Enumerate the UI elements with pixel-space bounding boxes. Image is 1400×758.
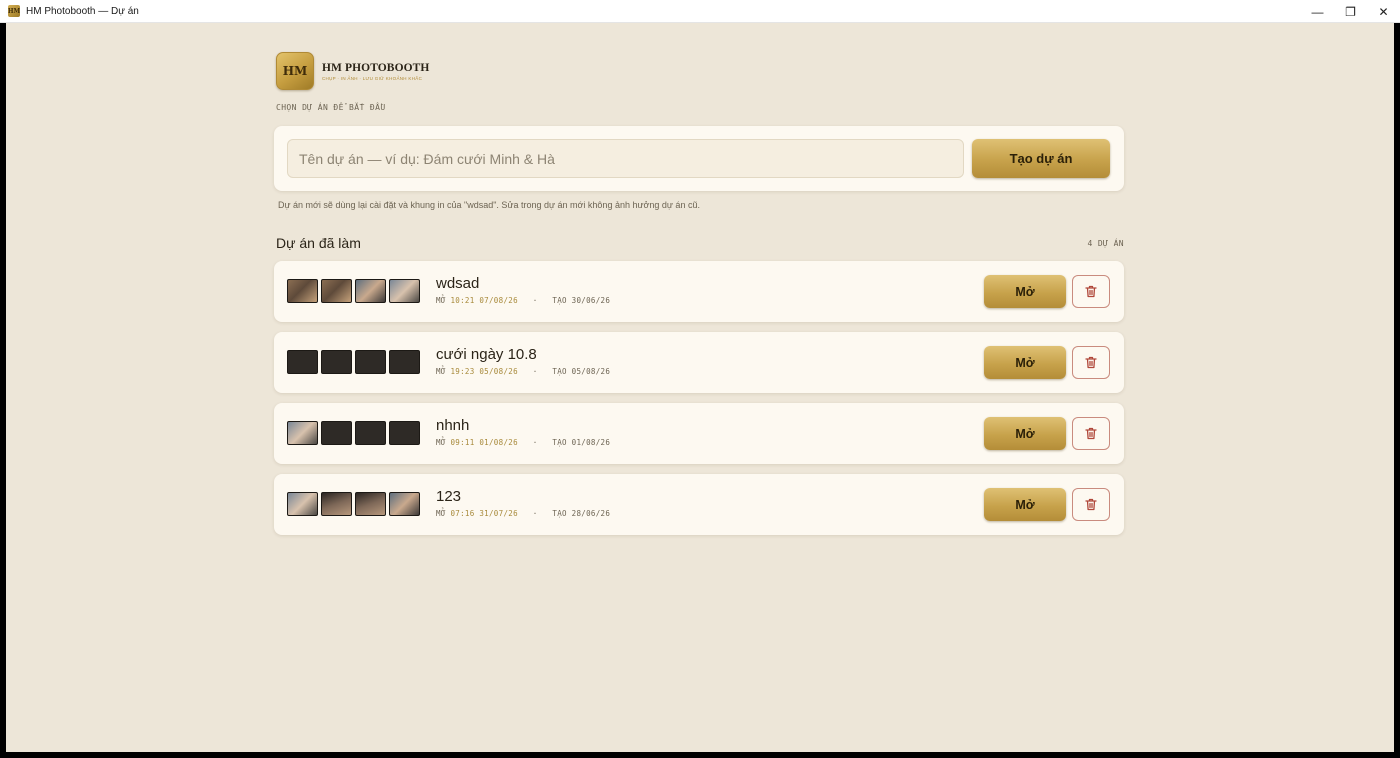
trash-icon	[1085, 285, 1097, 298]
window-title: HM Photobooth — Dự án	[26, 5, 139, 17]
project-thumbnail	[355, 492, 386, 516]
open-project-button[interactable]: Mở	[984, 488, 1066, 521]
project-thumbnail	[389, 492, 420, 516]
brand-logo: HM	[276, 52, 314, 90]
opened-time: 09:11 01/08/26	[450, 438, 518, 447]
projects-count: 4 DỰ ÁN	[1087, 239, 1124, 248]
opened-label: MỞ	[436, 438, 446, 447]
project-name: 123	[436, 488, 462, 505]
project-thumbnail	[389, 279, 420, 303]
close-button[interactable]: ✕	[1367, 0, 1400, 23]
opened-label: MỞ	[436, 367, 446, 376]
project-thumbnail	[321, 279, 352, 303]
trash-icon	[1085, 427, 1097, 440]
project-thumbnail	[355, 279, 386, 303]
project-name-input[interactable]	[287, 139, 964, 178]
project-thumbnail	[355, 350, 386, 374]
created-label: TẠO	[552, 367, 567, 376]
choose-project-label: CHỌN DỰ ÁN ĐỂ BẮT ĐẦU	[276, 103, 386, 112]
project-thumbnail	[321, 350, 352, 374]
project-thumbnails	[287, 279, 423, 303]
brand-header: HM HM PHOTOBOOTH CHỤP · IN ẢNH · LƯU GIỮ…	[276, 52, 429, 90]
trash-icon	[1085, 356, 1097, 369]
brand-name: HM PHOTOBOOTH	[322, 61, 430, 74]
restore-button[interactable]: ❐	[1334, 0, 1367, 23]
brand-tagline: CHỤP · IN ẢNH · LƯU GIỮ KHOẢNH KHẮC	[322, 75, 423, 81]
project-card: 123 MỞ 07:16 31/07/26 · TẠO 28/06/26 Mở	[274, 474, 1124, 535]
meta-separator: ·	[532, 296, 538, 305]
open-project-button[interactable]: Mở	[984, 417, 1066, 450]
project-thumbnail	[355, 421, 386, 445]
project-info: wdsad MỞ 10:21 07/08/26 · TẠO 30/06/26	[436, 275, 610, 305]
window-controls: — ❐ ✕	[1301, 0, 1400, 23]
project-list: wdsad MỞ 10:21 07/08/26 · TẠO 30/06/26 M…	[274, 261, 1124, 545]
delete-project-button[interactable]	[1072, 488, 1110, 521]
brand-texts: HM PHOTOBOOTH CHỤP · IN ẢNH · LƯU GIỮ KH…	[322, 62, 429, 81]
created-date: 28/06/26	[571, 509, 611, 518]
logo-text: HM	[282, 64, 308, 78]
project-meta: MỞ 10:21 07/08/26 · TẠO 30/06/26	[436, 296, 610, 305]
opened-time: 19:23 05/08/26	[450, 367, 518, 376]
created-date: 01/08/26	[571, 438, 611, 447]
project-name: nhnh	[436, 417, 470, 434]
delete-project-button[interactable]	[1072, 417, 1110, 450]
project-thumbnail	[389, 350, 420, 374]
projects-section-title: Dự án đã làm	[276, 235, 361, 251]
delete-project-button[interactable]	[1072, 346, 1110, 379]
project-name: wdsad	[436, 275, 480, 292]
created-date: 30/06/26	[571, 296, 611, 305]
open-project-button[interactable]: Mở	[984, 346, 1066, 379]
project-info: 123 MỞ 07:16 31/07/26 · TẠO 28/06/26	[436, 488, 610, 518]
opened-label: MỞ	[436, 296, 446, 305]
project-thumbnails	[287, 421, 423, 445]
open-project-button[interactable]: Mở	[984, 275, 1066, 308]
create-project-card: Tạo dự án	[274, 126, 1124, 191]
project-card: cưới ngày 10.8 MỞ 19:23 05/08/26 · TẠO 0…	[274, 332, 1124, 393]
project-meta: MỞ 09:11 01/08/26 · TẠO 01/08/26	[436, 438, 610, 447]
created-label: TẠO	[552, 509, 567, 518]
project-info: cưới ngày 10.8 MỞ 19:23 05/08/26 · TẠO 0…	[436, 346, 610, 376]
delete-project-button[interactable]	[1072, 275, 1110, 308]
project-thumbnail	[321, 421, 352, 445]
project-thumbnail	[287, 492, 318, 516]
project-meta: MỞ 07:16 31/07/26 · TẠO 28/06/26	[436, 509, 610, 518]
opened-label: MỞ	[436, 509, 446, 518]
trash-icon	[1085, 498, 1097, 511]
project-info: nhnh MỞ 09:11 01/08/26 · TẠO 01/08/26	[436, 417, 610, 447]
app-icon: HM	[8, 5, 20, 17]
create-project-button[interactable]: Tạo dự án	[972, 139, 1110, 178]
minimize-button[interactable]: —	[1301, 0, 1334, 23]
meta-separator: ·	[532, 438, 538, 447]
project-thumbnail	[287, 279, 318, 303]
meta-separator: ·	[532, 367, 538, 376]
project-thumbnail	[321, 492, 352, 516]
project-thumbnails	[287, 350, 423, 374]
project-meta: MỞ 19:23 05/08/26 · TẠO 05/08/26	[436, 367, 610, 376]
project-card: nhnh MỞ 09:11 01/08/26 · TẠO 01/08/26 Mở	[274, 403, 1124, 464]
project-thumbnail	[287, 350, 318, 374]
created-date: 05/08/26	[571, 367, 611, 376]
project-name: cưới ngày 10.8	[436, 346, 537, 363]
opened-time: 10:21 07/08/26	[450, 296, 518, 305]
created-label: TẠO	[552, 438, 567, 447]
created-label: TẠO	[552, 296, 567, 305]
project-thumbnail	[287, 421, 318, 445]
window-titlebar: HM HM Photobooth — Dự án — ❐ ✕	[0, 0, 1400, 23]
opened-time: 07:16 31/07/26	[450, 509, 518, 518]
project-thumbnails	[287, 492, 423, 516]
meta-separator: ·	[532, 509, 538, 518]
app-client-area: HM HM PHOTOBOOTH CHỤP · IN ẢNH · LƯU GIỮ…	[6, 23, 1394, 752]
create-hint: Dự án mới sẽ dùng lại cài đặt và khung i…	[278, 200, 700, 210]
project-card: wdsad MỞ 10:21 07/08/26 · TẠO 30/06/26 M…	[274, 261, 1124, 322]
project-thumbnail	[389, 421, 420, 445]
